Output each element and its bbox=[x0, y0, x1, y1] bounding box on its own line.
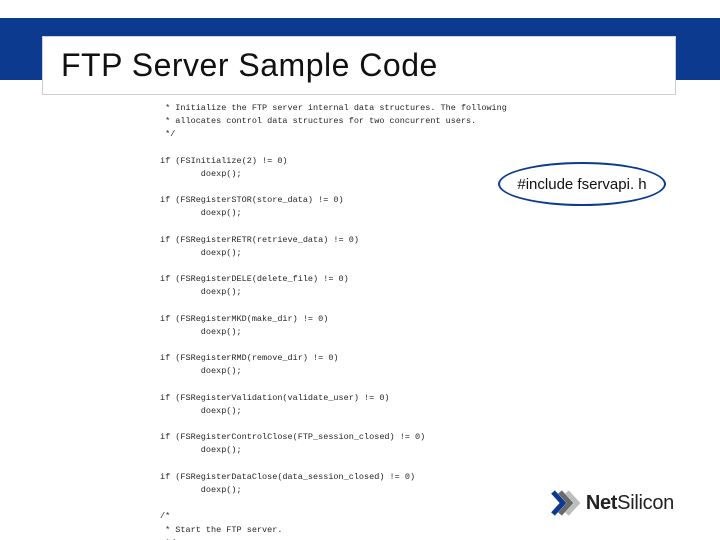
chevron-icon bbox=[550, 488, 580, 518]
title-card: FTP Server Sample Code bbox=[42, 36, 676, 95]
include-callout-text: #include fservapi. h bbox=[517, 176, 646, 193]
brand-text-rest: Silicon bbox=[617, 492, 674, 514]
brand-text: NetSilicon bbox=[586, 492, 674, 515]
brand-text-bold: Net bbox=[586, 492, 617, 514]
include-callout: #include fservapi. h bbox=[498, 162, 666, 206]
brand-logo: NetSilicon bbox=[550, 488, 674, 518]
slide-title: FTP Server Sample Code bbox=[61, 47, 657, 84]
